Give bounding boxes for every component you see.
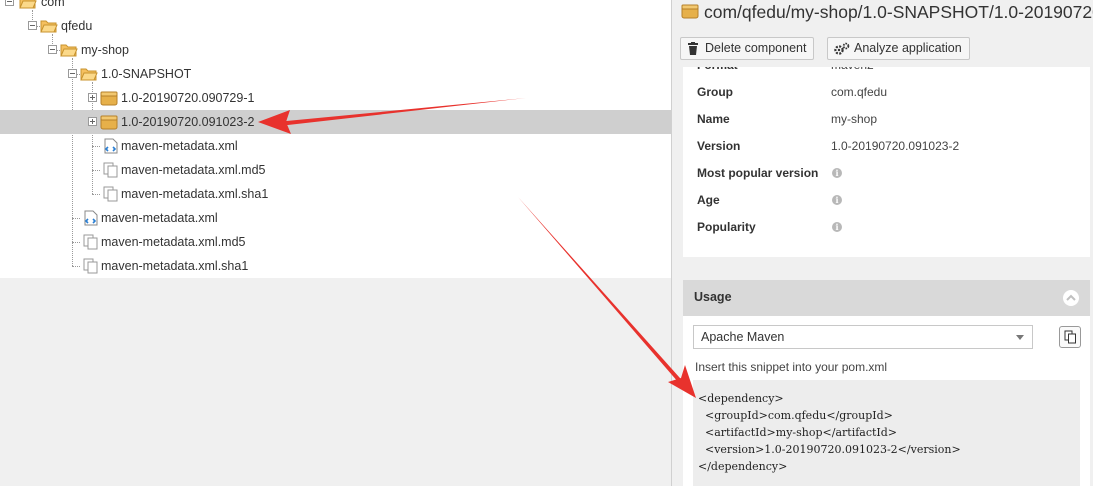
gears-icon [834, 42, 850, 55]
info-key: Name [697, 112, 730, 126]
tree-row-label: maven-metadata.xml.md5 [101, 235, 246, 249]
tree-row-my-shop[interactable]: my-shop [0, 38, 671, 62]
file-copy-icon [103, 162, 118, 178]
tree-row-asset[interactable]: maven-metadata.xml [0, 206, 671, 230]
tree-row-asset[interactable]: maven-metadata.xml [0, 134, 671, 158]
open-folder-icon [60, 44, 78, 57]
copy-snippet-button[interactable] [1059, 326, 1081, 348]
component-info: Format maven2 Group com.qfedu Name my-sh… [683, 67, 1090, 257]
snippet-line: <groupId>com.qfedu</groupId> [698, 409, 893, 422]
file-copy-icon [83, 234, 98, 250]
tree-row-label: maven-metadata.xml [121, 139, 238, 153]
tree-row-com[interactable]: com [0, 0, 671, 14]
tree-row-label: 1.0-20190720.090729-1 [121, 91, 255, 105]
info-row-group: Group com.qfedu [697, 82, 1077, 102]
tree-row-label: my-shop [81, 43, 129, 57]
usage-header[interactable]: Usage [683, 280, 1090, 316]
collapse-toggle-icon[interactable] [48, 45, 57, 54]
info-value: com.qfedu [831, 85, 888, 99]
info-row-age: Age i [697, 190, 1077, 210]
tree-row-label: 1.0-20190720.091023-2 [121, 115, 255, 129]
build-tool-selected: Apache Maven [701, 330, 785, 344]
open-folder-icon [40, 20, 58, 33]
tree-row-component[interactable]: 1.0-20190720.090729-1 [0, 86, 671, 110]
info-value: my-shop [831, 112, 878, 126]
open-folder-icon [80, 68, 98, 81]
info-icon[interactable]: i [832, 195, 842, 205]
tree-row-component-selected[interactable]: 1.0-20190720.091023-2 [0, 110, 671, 134]
snippet-line: </dependency> [698, 460, 788, 473]
build-tool-select[interactable]: Apache Maven [693, 325, 1033, 349]
analyze-application-label: Analyze application [854, 41, 962, 55]
info-value: 1.0-20190720.091023-2 [831, 139, 960, 153]
info-key: Age [697, 193, 720, 207]
tree-row-qfedu[interactable]: qfedu [0, 14, 671, 38]
info-key: Popularity [697, 220, 756, 234]
tree-row-snapshot[interactable]: 1.0-SNAPSHOT [0, 62, 671, 86]
usage-section: Usage Apache Maven Insert this snippet i… [683, 280, 1090, 486]
analyze-application-button[interactable]: Analyze application [827, 37, 970, 60]
info-value: maven2 [831, 67, 874, 75]
trash-icon [688, 42, 698, 55]
collapse-toggle-icon[interactable] [28, 21, 37, 30]
usage-hint: Insert this snippet into your pom.xml [695, 360, 888, 374]
collapse-toggle-icon[interactable] [68, 69, 77, 78]
file-copy-icon [103, 186, 118, 202]
tree-row-label: 1.0-SNAPSHOT [101, 67, 192, 81]
file-copy-icon [83, 258, 98, 274]
info-icon[interactable]: i [832, 222, 842, 232]
collapse-toggle-icon[interactable] [5, 0, 14, 6]
info-icon[interactable]: i [832, 168, 842, 178]
delete-component-button[interactable]: Delete component [680, 37, 815, 60]
tree-row-asset[interactable]: maven-metadata.xml.md5 [0, 158, 671, 182]
code-snippet[interactable]: <dependency> <groupId>com.qfedu</groupId… [693, 380, 1080, 486]
info-row-popularity: Popularity i [697, 217, 1077, 237]
info-row-most-popular: Most popular version i [697, 163, 1077, 183]
xml-file-icon [104, 138, 118, 154]
info-row-version: Version 1.0-20190720.091023-2 [697, 136, 1077, 156]
tree-row-label: maven-metadata.xml.sha1 [121, 187, 269, 201]
snippet-line: <artifactId>my-shop</artifactId> [698, 426, 898, 439]
package-icon [100, 91, 118, 106]
info-key: Group [697, 85, 733, 99]
info-key: Most popular version [697, 166, 819, 180]
tree-row-label: com [41, 0, 65, 9]
info-key: Version [697, 139, 741, 153]
package-icon [681, 4, 699, 19]
info-row-format: Format maven2 [697, 67, 1077, 75]
tree-row-label: maven-metadata.xml [101, 211, 218, 225]
caret-down-icon [1016, 335, 1024, 340]
expand-toggle-icon[interactable] [88, 117, 97, 126]
tree-row-asset[interactable]: maven-metadata.xml.sha1 [0, 254, 671, 278]
info-row-name: Name my-shop [697, 109, 1077, 129]
tree-row-asset[interactable]: maven-metadata.xml.md5 [0, 230, 671, 254]
repository-tree: com qfedu my-shop 1.0-SNAPSHOT 1.0-20190… [0, 0, 671, 278]
open-folder-icon [19, 0, 37, 9]
usage-title: Usage [694, 290, 732, 304]
info-key: Format [697, 67, 738, 75]
snippet-line: <dependency> [698, 392, 784, 405]
copy-icon [1064, 330, 1076, 344]
delete-component-label: Delete component [705, 41, 807, 55]
collapse-chevron-icon[interactable] [1063, 290, 1079, 306]
snippet-line: <version>1.0-20190720.091023-2</version> [698, 443, 961, 456]
tree-row-label: maven-metadata.xml.md5 [121, 163, 266, 177]
component-details-panel: com/qfedu/my-shop/1.0-SNAPSHOT/1.0-20190… [671, 0, 1093, 486]
tree-empty-area [0, 278, 671, 486]
tree-row-label: maven-metadata.xml.sha1 [101, 259, 249, 273]
tree-row-label: qfedu [61, 19, 93, 33]
component-title: com/qfedu/my-shop/1.0-SNAPSHOT/1.0-20190… [704, 2, 1093, 22]
package-icon [100, 115, 118, 130]
tree-row-asset[interactable]: maven-metadata.xml.sha1 [0, 182, 671, 206]
expand-toggle-icon[interactable] [88, 93, 97, 102]
xml-file-icon [84, 210, 98, 226]
